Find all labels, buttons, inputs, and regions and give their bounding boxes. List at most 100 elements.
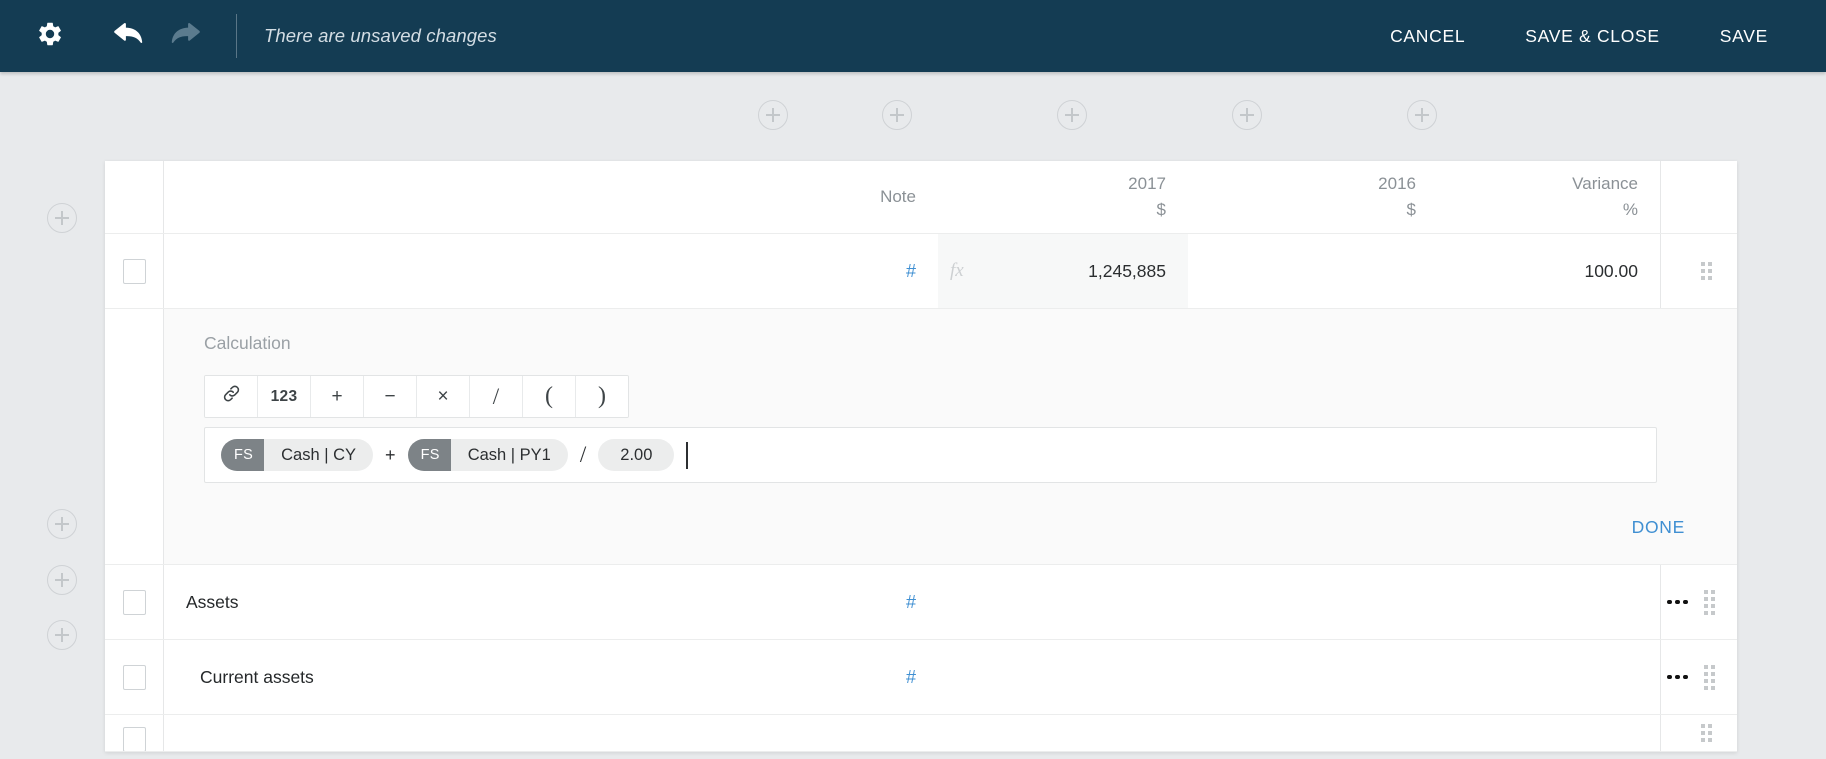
number-button[interactable]: 123: [258, 376, 311, 417]
add-column-button-3[interactable]: [1057, 100, 1087, 130]
table-row[interactable]: # fx 1,245,885 100.00: [105, 234, 1737, 309]
calculation-footer: DONE: [164, 513, 1737, 542]
formula-token-label: 2.00: [620, 445, 653, 464]
redo-arrow-icon: [171, 21, 201, 52]
divide-button[interactable]: /: [470, 376, 523, 417]
drag-handle-icon[interactable]: [1703, 664, 1715, 690]
close-paren-button[interactable]: ): [576, 376, 628, 417]
calculation-operator-toolbar: 123 + − × / ( ): [204, 375, 629, 418]
row-note-cell: [766, 715, 938, 751]
add-row-button-4[interactable]: [47, 620, 77, 650]
row-checkbox-cell: [105, 715, 164, 751]
row-value-current[interactable]: fx 1,245,885: [938, 234, 1188, 308]
formula-input[interactable]: FS Cash | CY + FS Cash | PY1 / 2.00: [204, 427, 1657, 483]
row-value-prior[interactable]: [1188, 715, 1438, 751]
formula-token-tag: FS: [407, 439, 451, 471]
more-options-icon[interactable]: [1665, 669, 1690, 686]
add-column-button-5[interactable]: [1407, 100, 1437, 130]
calculation-gutter: [105, 309, 164, 564]
row-label[interactable]: Current assets: [164, 640, 766, 714]
row-checkbox-cell: [105, 640, 164, 714]
row-value-current[interactable]: [938, 640, 1188, 714]
header-checkbox-cell: [105, 161, 164, 233]
calculation-title: Calculation: [204, 333, 291, 353]
header-year-prior: 2016 $: [1188, 161, 1438, 233]
row-actions-cell: [1660, 234, 1737, 308]
formula-token-number[interactable]: 2.00: [598, 439, 675, 471]
row-actions-cell: [1660, 715, 1737, 751]
add-row-button-1[interactable]: [47, 203, 77, 233]
undo-button[interactable]: [100, 8, 156, 64]
row-checkbox[interactable]: [122, 589, 146, 615]
plus-button[interactable]: +: [311, 376, 364, 417]
save-button[interactable]: SAVE: [1690, 26, 1778, 47]
cancel-button[interactable]: CANCEL: [1360, 26, 1495, 47]
formula-token-reference[interactable]: FS Cash | CY: [221, 439, 374, 471]
row-checkbox[interactable]: [122, 258, 146, 284]
add-column-button-4[interactable]: [1232, 100, 1262, 130]
header-variance: Variance %: [1438, 161, 1660, 233]
table-row[interactable]: [105, 715, 1737, 752]
drag-handle-icon[interactable]: [1701, 724, 1712, 742]
header-year-current-unit: $: [1156, 200, 1166, 219]
add-row-button-column: [0, 0, 105, 759]
add-column-button-1[interactable]: [758, 100, 788, 130]
add-column-button-2[interactable]: [882, 100, 912, 130]
minus-button[interactable]: −: [364, 376, 417, 417]
drag-handle-icon[interactable]: [1703, 589, 1715, 615]
header-label-cell: [164, 161, 766, 233]
header-year-current: 2017 $: [938, 161, 1188, 233]
row-value-prior[interactable]: [1188, 234, 1438, 308]
header-note-label: Note: [880, 186, 916, 206]
header-actions-cell: [1660, 161, 1737, 233]
note-link[interactable]: #: [906, 592, 916, 613]
add-row-button-2[interactable]: [47, 509, 77, 539]
note-link[interactable]: #: [906, 261, 916, 282]
toolbar-divider: [236, 14, 237, 58]
table-header-row: Note 2017 $ 2016 $ Variance %: [105, 161, 1737, 234]
row-label[interactable]: [164, 234, 766, 308]
formula-token-reference[interactable]: FS Cash | PY1: [407, 439, 568, 471]
row-value-current[interactable]: [938, 565, 1188, 639]
row-value-current[interactable]: [938, 715, 1188, 751]
settings-gear-button[interactable]: [22, 8, 78, 64]
table-row[interactable]: Assets #: [105, 565, 1737, 640]
row-note-cell: #: [766, 565, 938, 639]
unsaved-changes-status: There are unsaved changes: [264, 25, 497, 46]
multiply-button[interactable]: ×: [417, 376, 470, 417]
more-options-icon[interactable]: [1665, 594, 1690, 611]
app-toolbar: There are unsaved changes CANCEL SAVE & …: [0, 0, 1826, 72]
row-checkbox-cell: [105, 234, 164, 308]
formula-operator: +: [385, 444, 396, 465]
row-checkbox[interactable]: [122, 726, 146, 751]
formula-token-label: Cash | PY1: [467, 445, 551, 464]
text-cursor: [686, 441, 688, 469]
redo-button[interactable]: [158, 8, 214, 64]
header-note: Note: [766, 161, 938, 233]
add-column-button-row: [0, 100, 1826, 132]
row-actions-cell: [1660, 640, 1737, 714]
row-variance: [1438, 715, 1660, 751]
row-label[interactable]: [164, 715, 766, 751]
row-actions-cell: [1660, 565, 1737, 639]
row-value-prior[interactable]: [1188, 565, 1438, 639]
link-icon-button[interactable]: [205, 376, 258, 417]
row-note-cell: #: [766, 234, 938, 308]
note-link[interactable]: #: [906, 667, 916, 688]
done-button[interactable]: DONE: [1630, 513, 1687, 542]
header-variance-unit: %: [1622, 200, 1638, 219]
formula-operator: /: [579, 442, 587, 467]
open-paren-button[interactable]: (: [523, 376, 576, 417]
add-row-button-3[interactable]: [47, 565, 77, 595]
row-checkbox[interactable]: [122, 664, 146, 690]
drag-handle-icon[interactable]: [1701, 262, 1712, 280]
formula-token-tag: FS: [221, 439, 265, 471]
formula-token-label: Cash | CY: [281, 445, 357, 464]
table-row[interactable]: Current assets #: [105, 640, 1737, 715]
row-value-prior[interactable]: [1188, 640, 1438, 714]
row-label[interactable]: Assets: [164, 565, 766, 639]
calculation-body: Calculation 123 + − × / ( ) FS Cash | CY…: [164, 309, 1737, 564]
fx-icon: fx: [950, 260, 964, 281]
save-and-close-button[interactable]: SAVE & CLOSE: [1495, 26, 1690, 47]
financial-statement-table: Note 2017 $ 2016 $ Variance % # fx 1,245…: [105, 161, 1737, 752]
